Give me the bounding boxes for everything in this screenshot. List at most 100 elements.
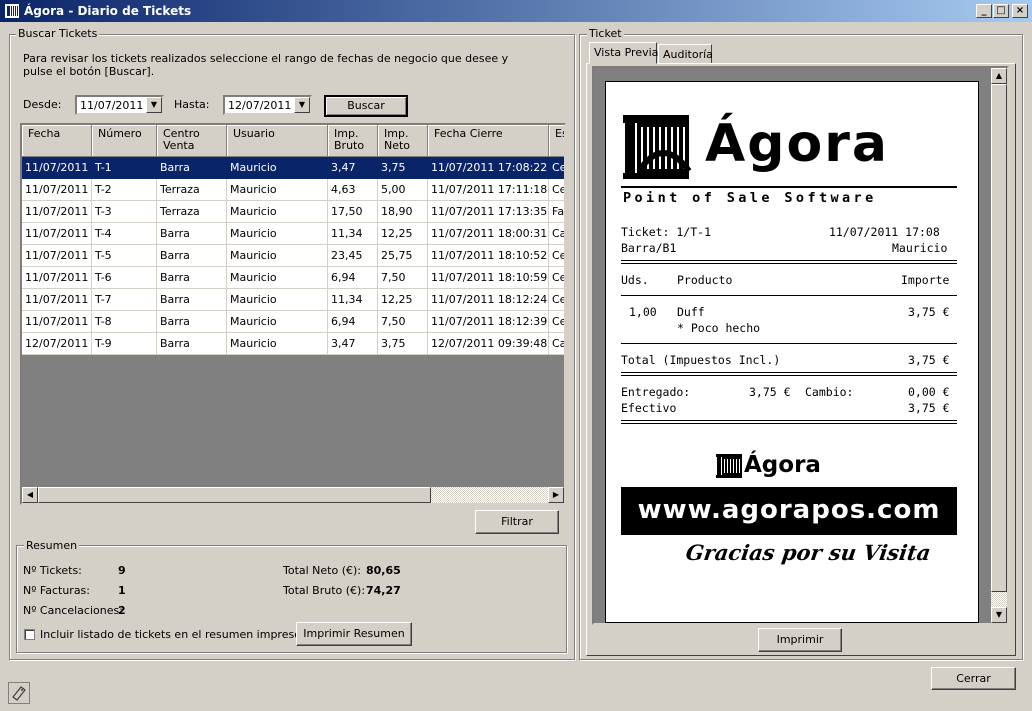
- receipt-item-qty: 1,00: [629, 305, 657, 319]
- title-bar[interactable]: Ágora - Diario de Tickets _ □ ×: [0, 0, 1032, 22]
- column-header-fecha[interactable]: Fecha: [22, 125, 92, 157]
- chevron-down-icon[interactable]: ▼: [146, 97, 162, 113]
- to-date-picker[interactable]: 12/07/2011 ▼: [223, 95, 312, 115]
- scroll-down-icon[interactable]: ▼: [991, 607, 1007, 623]
- cell-centro: Terraza: [157, 201, 227, 223]
- cell-bruto: 3,47: [328, 157, 378, 179]
- vertical-scrollbar[interactable]: ▲ ▼: [991, 68, 1007, 623]
- column-header-numero[interactable]: Número: [92, 125, 157, 157]
- summary-group-label: Resumen: [24, 539, 80, 552]
- ticket-preview[interactable]: Ágora Point of Sale Software Ticket: 1/T…: [592, 66, 1009, 625]
- cell-fecha: 11/07/2011: [22, 289, 92, 311]
- receipt-ticket-number: Ticket: 1/T-1: [621, 225, 712, 239]
- chevron-down-icon[interactable]: ▼: [294, 97, 310, 113]
- cell-neto: 12,25: [378, 223, 428, 245]
- tab-preview[interactable]: Vista Previa: [589, 42, 658, 64]
- cancellations-count-label: Nº Cancelaciones:: [23, 604, 123, 617]
- column-header-neto[interactable]: Imp. Neto: [378, 125, 428, 157]
- cell-neto: 25,75: [378, 245, 428, 267]
- cell-fecha: 11/07/2011: [22, 201, 92, 223]
- cell-centro: Barra: [157, 289, 227, 311]
- cell-estado: Cer: [549, 179, 564, 201]
- cell-cierre: 11/07/2011 18:12:39: [428, 311, 549, 333]
- column-header-centro[interactable]: Centro Venta: [157, 125, 227, 157]
- cell-usuario: Mauricio: [227, 201, 328, 223]
- receipt-datetime: 11/07/2011 17:08: [829, 225, 940, 239]
- filter-button[interactable]: Filtrar: [475, 510, 559, 534]
- agora-logo-icon: [4, 3, 20, 19]
- search-group-label: Buscar Tickets: [16, 27, 100, 40]
- cell-estado: Cer: [549, 289, 564, 311]
- scroll-thumb[interactable]: [991, 84, 1007, 592]
- cell-fecha: 11/07/2011: [22, 245, 92, 267]
- tab-audit[interactable]: Auditoría: [658, 44, 713, 64]
- table-row[interactable]: 11/07/2011 T-7 Barra Mauricio 11,34 12,25 11/0…: [22, 289, 564, 311]
- table-row[interactable]: 11/07/2011 T-3 Terraza Mauricio 17,50 18,90 11…: [22, 201, 564, 223]
- cell-centro: Barra: [157, 245, 227, 267]
- table-row[interactable]: 11/07/2011 T-4 Barra Mauricio 11,34 12,25 11/0…: [22, 223, 564, 245]
- close-button[interactable]: Cerrar: [931, 667, 1016, 690]
- close-window-button[interactable]: ×: [1012, 4, 1028, 18]
- receipt-user: Mauricio: [892, 241, 948, 255]
- cell-bruto: 11,34: [328, 289, 378, 311]
- instructions-line-1: Para revisar los tickets realizados sele…: [23, 52, 509, 65]
- cell-bruto: 11,34: [328, 223, 378, 245]
- minimize-button[interactable]: _: [976, 4, 992, 18]
- tickets-count-value: 9: [118, 564, 126, 577]
- agora-logo-icon: [623, 115, 692, 179]
- cell-estado: Cer: [549, 157, 564, 179]
- receipt-col-product: Producto: [677, 273, 733, 287]
- from-label: Desde:: [23, 98, 62, 111]
- receipt-item-note: * Poco hecho: [677, 321, 761, 335]
- receipt-paper: Ágora Point of Sale Software Ticket: 1/T…: [605, 81, 979, 623]
- cell-neto: 12,25: [378, 289, 428, 311]
- cell-neto: 3,75: [378, 333, 428, 355]
- cell-estado: Fac: [549, 201, 564, 223]
- print-summary-button[interactable]: Imprimir Resumen: [296, 622, 412, 646]
- table-row[interactable]: 12/07/2011 T-9 Barra Mauricio 3,47 3,75 12/07/…: [22, 333, 564, 355]
- scroll-right-icon[interactable]: ▶: [548, 487, 564, 503]
- include-list-label[interactable]: Incluir listado de tickets en el resumen…: [40, 628, 301, 641]
- maximize-button[interactable]: □: [993, 4, 1009, 18]
- total-net-label: Total Neto (€):: [283, 564, 362, 577]
- cell-cierre: 11/07/2011 18:10:59: [428, 267, 549, 289]
- tickets-grid[interactable]: Fecha Número Centro Venta Usuario Imp. Bruto…: [20, 123, 566, 505]
- table-row[interactable]: 11/07/2011 T-5 Barra Mauricio 23,45 25,75 11/0…: [22, 245, 564, 267]
- cell-bruto: 4,63: [328, 179, 378, 201]
- column-header-usuario[interactable]: Usuario: [227, 125, 328, 157]
- ticket-group-label: Ticket: [587, 27, 624, 40]
- cell-cierre: 11/07/2011 18:00:31: [428, 223, 549, 245]
- cell-centro: Barra: [157, 267, 227, 289]
- scroll-thumb[interactable]: [38, 487, 431, 503]
- cell-cierre: 11/07/2011 17:11:18: [428, 179, 549, 201]
- cell-usuario: Mauricio: [227, 311, 328, 333]
- table-row[interactable]: 11/07/2011 T-1 Barra Mauricio 3,47 3,75 11/07/…: [22, 157, 564, 179]
- scroll-left-icon[interactable]: ◀: [22, 487, 38, 503]
- cell-bruto: 6,94: [328, 267, 378, 289]
- website-banner: www.agorapos.com: [621, 487, 957, 535]
- table-row[interactable]: 11/07/2011 T-2 Terraza Mauricio 4,63 5,00 11/0…: [22, 179, 564, 201]
- receipt-item-name: Duff: [677, 305, 705, 319]
- cell-neto: 3,75: [378, 157, 428, 179]
- table-row[interactable]: 11/07/2011 T-6 Barra Mauricio 6,94 7,50 11/07/…: [22, 267, 564, 289]
- include-list-checkbox[interactable]: [24, 629, 35, 640]
- column-header-cierre[interactable]: Fecha Cierre: [428, 125, 549, 157]
- cell-neto: 7,50: [378, 267, 428, 289]
- cell-centro: Barra: [157, 157, 227, 179]
- column-header-estado[interactable]: Es: [549, 125, 564, 157]
- column-header-bruto[interactable]: Imp. Bruto: [328, 125, 378, 157]
- receipt-change-label: Cambio:: [805, 385, 854, 399]
- tickets-count-label: Nº Tickets:: [23, 564, 82, 577]
- cell-centro: Terraza: [157, 179, 227, 201]
- cell-centro: Barra: [157, 333, 227, 355]
- cell-neto: 7,50: [378, 311, 428, 333]
- search-button[interactable]: Buscar: [324, 95, 408, 117]
- cell-fecha: 11/07/2011: [22, 311, 92, 333]
- from-date-picker[interactable]: 11/07/2011 ▼: [75, 95, 164, 115]
- cell-bruto: 6,94: [328, 311, 378, 333]
- cell-cierre: 11/07/2011 17:08:22: [428, 157, 549, 179]
- scroll-up-icon[interactable]: ▲: [991, 68, 1007, 84]
- horizontal-scrollbar[interactable]: ◀ ▶: [22, 487, 564, 503]
- table-row[interactable]: 11/07/2011 T-8 Barra Mauricio 6,94 7,50 11/07/…: [22, 311, 564, 333]
- print-ticket-button[interactable]: Imprimir: [758, 628, 842, 652]
